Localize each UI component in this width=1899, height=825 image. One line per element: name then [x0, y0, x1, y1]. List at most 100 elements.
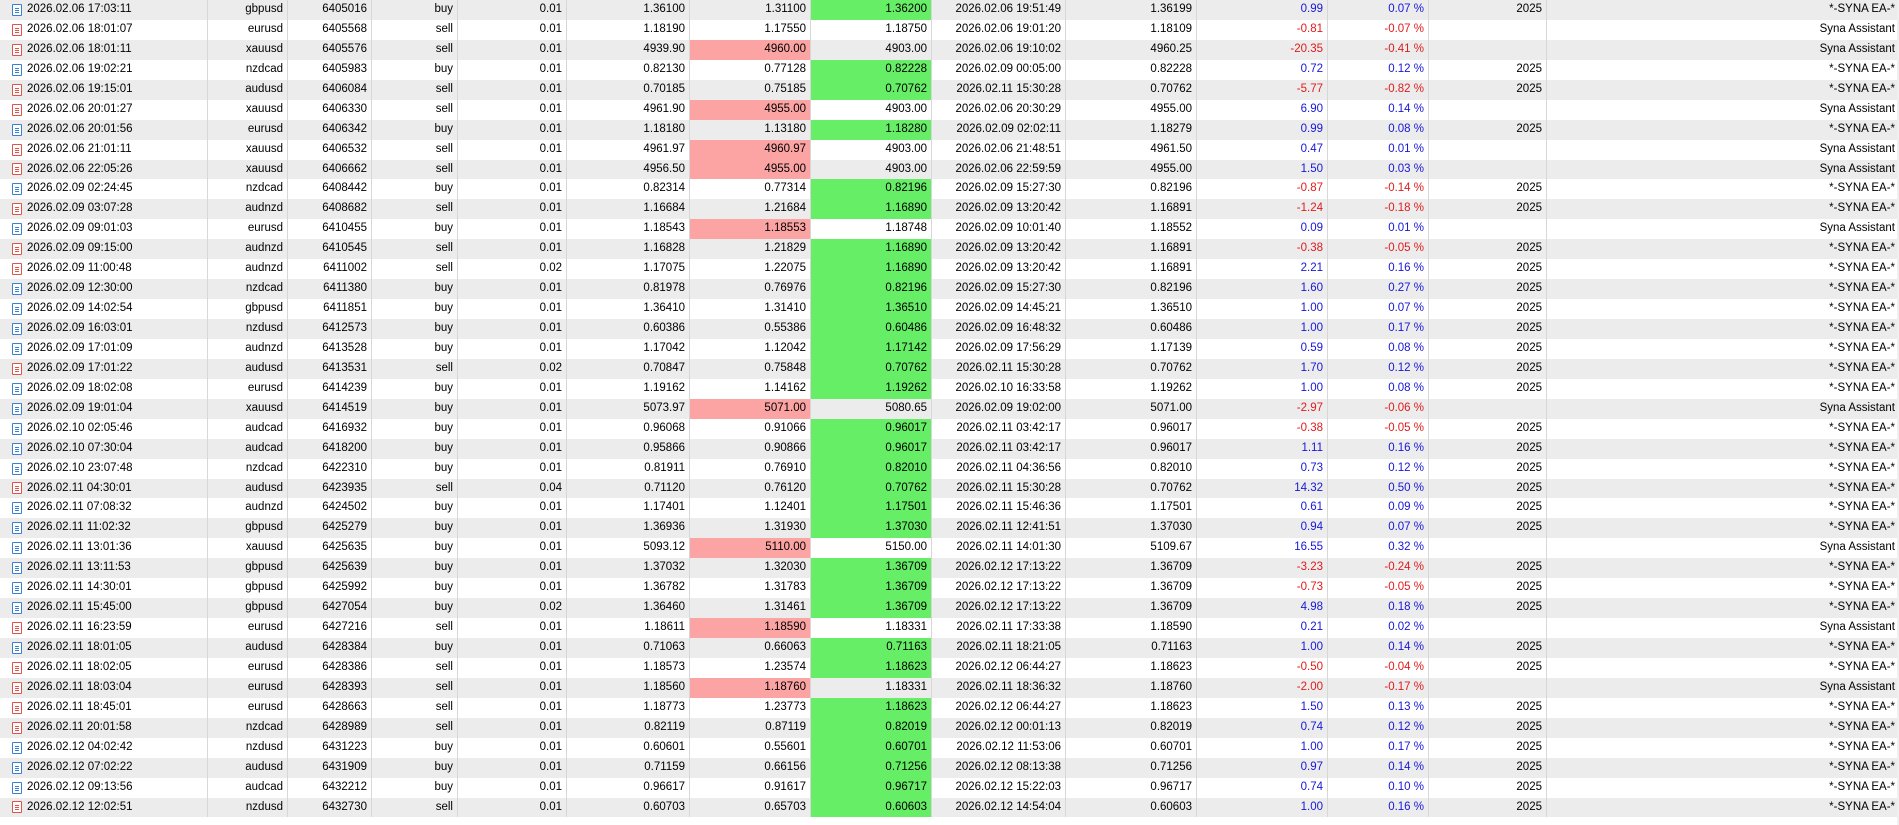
ticket-cell: 6413528 — [288, 338, 372, 359]
open-price-cell: 0.70847 — [567, 358, 690, 379]
ticket-cell: 6406084 — [288, 79, 372, 100]
ticket-cell: 6428393 — [288, 677, 372, 698]
buy-document-icon — [12, 542, 22, 555]
profit-percent-cell: 0.32 % — [1328, 538, 1429, 559]
close-price-cell: 5071.00 — [1066, 398, 1197, 419]
table-row[interactable]: 2026.02.09 17:01:22 audusd 6413531 sell 0.02… — [0, 358, 1899, 379]
stop-loss-cell: 4955.00 — [690, 159, 811, 180]
table-row[interactable]: 2026.02.09 19:01:04 xauusd 6414519 buy 0.01 5… — [0, 398, 1899, 419]
stop-loss-cell: 1.23773 — [690, 697, 811, 718]
sell-document-icon — [12, 243, 22, 256]
table-row[interactable]: 2026.02.12 09:13:56 audcad 6432212 buy 0.01 0… — [0, 777, 1899, 798]
profit-cell: 1.00 — [1197, 319, 1328, 339]
table-row[interactable]: 2026.02.10 07:30:04 audcad 6418200 buy 0.01 0… — [0, 438, 1899, 459]
sell-document-icon — [12, 681, 22, 694]
close-time-cell: 2026.02.12 17:13:22 — [932, 578, 1066, 599]
profit-percent-cell: 0.14 % — [1328, 638, 1429, 658]
close-price-cell: 1.17501 — [1066, 498, 1197, 519]
table-row[interactable]: 2026.02.06 20:01:27 xauusd 6406330 sell 0.01… — [0, 99, 1899, 120]
table-row[interactable]: 2026.02.06 22:05:26 xauusd 6406662 sell 0.01… — [0, 159, 1899, 180]
table-row[interactable]: 2026.02.09 17:01:09 audnzd 6413528 buy 0.01 1… — [0, 338, 1899, 359]
open-price-cell: 1.18773 — [567, 697, 690, 718]
table-row[interactable]: 2026.02.11 14:30:01 gbpusd 6425992 buy 0.01 1… — [0, 578, 1899, 599]
sell-document-icon — [12, 362, 22, 375]
table-row[interactable]: 2026.02.09 09:15:00 audnzd 6410545 sell 0.01… — [0, 239, 1899, 260]
table-row[interactable]: 2026.02.11 18:45:01 eurusd 6428663 sell 0.01… — [0, 697, 1899, 718]
table-row[interactable]: 2026.02.06 18:01:07 eurusd 6405568 sell 0.01… — [0, 19, 1899, 40]
table-row[interactable]: 2026.02.09 09:01:03 eurusd 6410455 buy 0.01 1… — [0, 219, 1899, 240]
profit-percent-cell: 0.02 % — [1328, 618, 1429, 638]
table-row[interactable]: 2026.02.06 17:03:11 gbpusd 6405016 buy 0.01 1… — [0, 0, 1899, 20]
table-row[interactable]: 2026.02.11 18:01:05 audusd 6428384 buy 0.01 0… — [0, 638, 1899, 658]
comment-cell: Syna Assistant — [1819, 162, 1895, 175]
close-price-cell: 1.18109 — [1066, 19, 1197, 40]
table-row[interactable]: 2026.02.09 16:03:01 nzdusd 6412573 buy 0.01 0… — [0, 319, 1899, 339]
comment-cell: *-SYNA EA-* — [1829, 82, 1895, 95]
table-row[interactable]: 2026.02.11 13:11:53 gbpusd 6425639 buy 0.01 1… — [0, 558, 1899, 579]
ticket-cell: 6406330 — [288, 99, 372, 120]
table-row[interactable]: 2026.02.12 12:02:51 nzdusd 6432730 sell 0.01… — [0, 797, 1899, 818]
comment-cell: *-SYNA EA-* — [1829, 202, 1895, 215]
table-row[interactable]: 2026.02.11 16:23:59 eurusd 6427216 sell 0.01… — [0, 618, 1899, 638]
table-row[interactable]: 2026.02.06 20:01:56 eurusd 6406342 buy 0.01 1… — [0, 119, 1899, 140]
close-price-cell: 0.60701 — [1066, 737, 1197, 758]
volume-cell: 0.01 — [458, 737, 567, 758]
table-row[interactable]: 2026.02.11 20:01:58 nzdcad 6428989 sell 0.01… — [0, 717, 1899, 738]
table-row[interactable]: 2026.02.11 11:02:32 gbpusd 6425279 buy 0.01 1… — [0, 518, 1899, 539]
comment-cell: *-SYNA EA-* — [1829, 122, 1895, 135]
profit-percent-cell: 0.12 % — [1328, 59, 1429, 80]
table-row[interactable]: 2026.02.11 18:02:05 eurusd 6428386 sell 0.01… — [0, 657, 1899, 678]
stop-loss-cell: 1.18553 — [690, 219, 811, 240]
buy-document-icon — [12, 63, 22, 76]
table-row[interactable]: 2026.02.06 19:02:21 nzdcad 6405983 buy 0.01 0… — [0, 59, 1899, 80]
table-row[interactable]: 2026.02.09 03:07:28 audnzd 6408682 sell 0.01… — [0, 199, 1899, 220]
close-time-cell: 2026.02.11 03:42:17 — [932, 438, 1066, 459]
close-price-cell: 1.18590 — [1066, 618, 1197, 638]
table-row[interactable]: 2026.02.12 04:02:42 nzdusd 6431223 buy 0.01 0… — [0, 737, 1899, 758]
close-price-cell: 4961.50 — [1066, 139, 1197, 160]
symbol-cell: audnzd — [208, 498, 288, 519]
table-row[interactable]: 2026.02.11 18:03:04 eurusd 6428393 sell 0.01… — [0, 677, 1899, 698]
table-row[interactable]: 2026.02.09 18:02:08 eurusd 6414239 buy 0.01 1… — [0, 378, 1899, 399]
take-profit-cell: 0.70762 — [811, 358, 932, 379]
table-row[interactable]: 2026.02.11 15:45:00 gbpusd 6427054 buy 0.02 1… — [0, 598, 1899, 619]
table-row[interactable]: 2026.02.10 02:05:46 audcad 6416932 buy 0.01 0… — [0, 418, 1899, 439]
symbol-cell: nzdcad — [208, 458, 288, 479]
table-row[interactable]: 2026.02.06 21:01:11 xauusd 6406532 sell 0.01… — [0, 139, 1899, 160]
profit-percent-cell: 0.12 % — [1328, 717, 1429, 738]
stop-loss-cell: 4955.00 — [690, 99, 811, 120]
comment-cell: *-SYNA EA-* — [1829, 740, 1895, 753]
profit-cell: 0.74 — [1197, 777, 1328, 798]
table-row[interactable]: 2026.02.11 07:08:32 audnzd 6424502 buy 0.01 1… — [0, 498, 1899, 519]
ticket-cell: 6428663 — [288, 697, 372, 718]
table-row[interactable]: 2026.02.10 23:07:48 nzdcad 6422310 buy 0.01 0… — [0, 458, 1899, 479]
profit-cell: 0.59 — [1197, 338, 1328, 359]
stop-loss-cell: 1.31100 — [690, 0, 811, 20]
table-row[interactable]: 2026.02.09 12:30:00 nzdcad 6411380 buy 0.01 0… — [0, 279, 1899, 300]
table-row[interactable]: 2026.02.09 11:00:48 audnzd 6411002 sell 0.02… — [0, 259, 1899, 280]
volume-cell: 0.01 — [458, 657, 567, 678]
table-row[interactable]: 2026.02.11 13:01:36 xauusd 6425635 buy 0.01 5… — [0, 538, 1899, 559]
profit-cell: -1.24 — [1197, 199, 1328, 220]
ticket-cell: 6424502 — [288, 498, 372, 519]
close-time-cell: 2026.02.12 15:22:03 — [932, 777, 1066, 798]
stop-loss-cell: 4960.00 — [690, 39, 811, 60]
take-profit-cell: 1.36709 — [811, 578, 932, 599]
buy-document-icon — [12, 342, 22, 355]
table-row[interactable]: 2026.02.06 18:01:11 xauusd 6405576 sell 0.01… — [0, 39, 1899, 60]
table-row[interactable]: 2026.02.09 02:24:45 nzdcad 6408442 buy 0.01 0… — [0, 179, 1899, 200]
open-time-cell: 2026.02.11 16:23:59 — [10, 618, 208, 638]
magic-number-cell: 2025 — [1429, 239, 1547, 260]
ticket-cell: 6413531 — [288, 358, 372, 379]
profit-percent-cell: -0.05 % — [1328, 239, 1429, 260]
volume-cell: 0.01 — [458, 0, 567, 20]
table-row[interactable]: 2026.02.06 19:15:01 audusd 6406084 sell 0.01… — [0, 79, 1899, 100]
table-row[interactable]: 2026.02.11 04:30:01 audusd 6423935 sell 0.04… — [0, 478, 1899, 499]
symbol-cell: audnzd — [208, 199, 288, 220]
sell-document-icon — [12, 163, 22, 176]
table-row[interactable]: 2026.02.09 14:02:54 gbpusd 6411851 buy 0.01 1… — [0, 299, 1899, 319]
open-price-cell: 4956.50 — [567, 159, 690, 180]
volume-cell: 0.01 — [458, 398, 567, 419]
table-row[interactable]: 2026.02.12 07:02:22 audusd 6431909 buy 0.01 0… — [0, 757, 1899, 778]
sell-document-icon — [12, 83, 22, 96]
